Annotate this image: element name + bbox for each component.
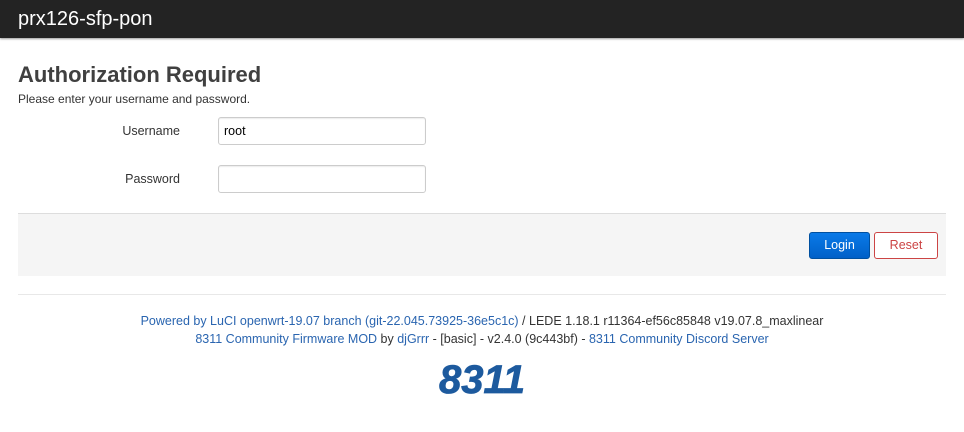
actions-wrapper: Login Reset [0, 213, 964, 276]
powered-by-link[interactable]: Powered by LuCI openwrt-19.07 branch (gi… [141, 314, 519, 328]
username-label: Username [122, 124, 180, 138]
build-text: - [basic] - v2.4.0 (9c443bf) - [429, 332, 589, 346]
reset-button[interactable]: Reset [874, 232, 938, 259]
password-input[interactable] [218, 165, 426, 193]
page-title: Authorization Required [18, 62, 262, 87]
login-form: Username Password [18, 117, 946, 213]
top-navbar: prx126-sfp-pon [0, 0, 964, 38]
footer: Powered by LuCI openwrt-19.07 branch (gi… [0, 312, 964, 401]
form-actions: Login Reset [18, 213, 946, 276]
page-subtitle: Please enter your username and password. [18, 92, 251, 106]
brand-link[interactable]: prx126-sfp-pon [18, 8, 153, 30]
discord-link[interactable]: 8311 Community Discord Server [589, 332, 769, 346]
logo-text: 8311 [439, 358, 525, 401]
version-text: / LEDE 1.18.1 r11364-ef56c85848 v19.07.8… [518, 314, 824, 328]
8311-logo: 8311 [439, 358, 526, 401]
username-input[interactable] [218, 117, 426, 145]
by-text: by [377, 332, 398, 346]
password-row: Password [18, 165, 946, 213]
footer-line-1: Powered by LuCI openwrt-19.07 branch (gi… [0, 312, 964, 330]
username-row: Username [18, 117, 946, 165]
login-button[interactable]: Login [809, 232, 870, 259]
footer-divider [18, 294, 946, 295]
author-link[interactable]: djGrrr [397, 332, 429, 346]
main-content: Authorization Required Please enter your… [0, 62, 964, 213]
firmware-link[interactable]: 8311 Community Firmware MOD [195, 332, 377, 346]
footer-line-2: 8311 Community Firmware MOD by djGrrr - … [0, 330, 964, 348]
password-label: Password [125, 172, 180, 186]
